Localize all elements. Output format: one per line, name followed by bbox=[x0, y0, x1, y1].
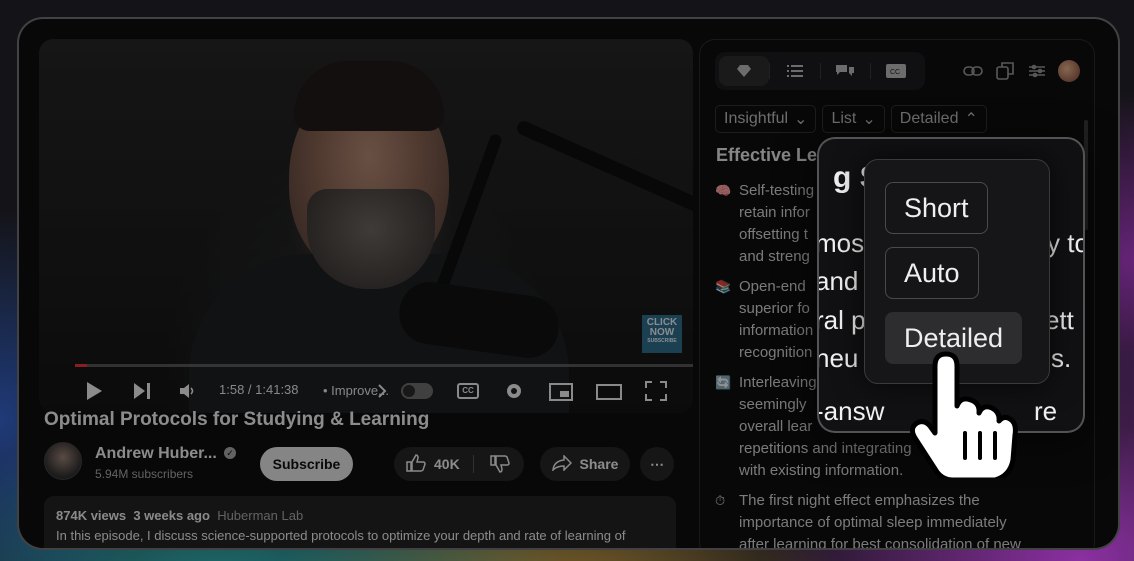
pointer-hand-icon bbox=[909, 351, 1018, 478]
zoom-line: re bbox=[1034, 396, 1058, 426]
zoom-line: mos bbox=[817, 228, 865, 258]
zoom-line: and bbox=[817, 266, 859, 296]
zoom-line: -answ bbox=[817, 396, 885, 426]
option-short[interactable]: Short bbox=[885, 182, 988, 234]
zoom-line: y to bbox=[1047, 228, 1085, 258]
option-auto[interactable]: Auto bbox=[885, 247, 979, 299]
zoom-line: s. bbox=[1051, 343, 1072, 373]
zoom-line: ral p bbox=[817, 305, 866, 335]
zoom-line: neu bbox=[817, 343, 859, 373]
